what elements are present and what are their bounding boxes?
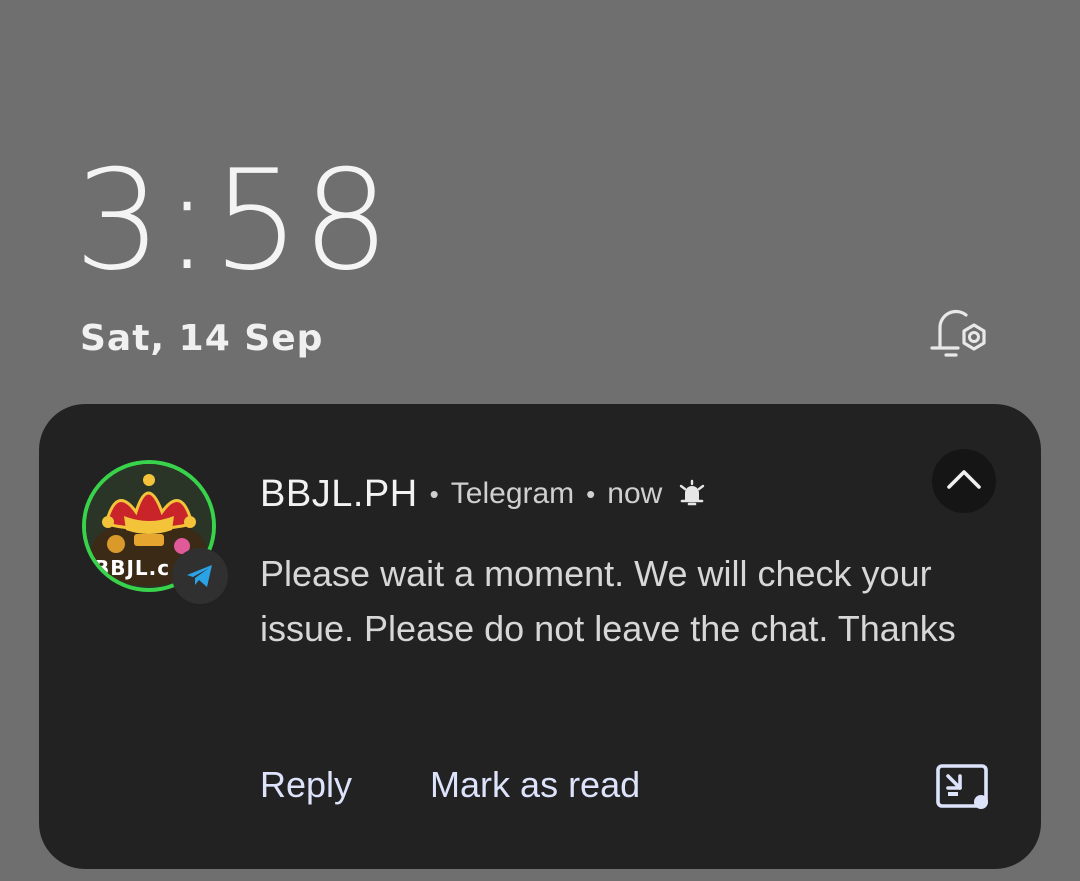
notification-actions: Reply Mark as read — [260, 764, 718, 806]
reply-button[interactable]: Reply — [260, 764, 352, 806]
telegram-icon — [172, 548, 228, 604]
popout-window-icon — [934, 764, 994, 816]
app-name: Telegram — [450, 477, 575, 510]
separator-dot: • — [586, 478, 596, 509]
separator-dot: • — [429, 478, 439, 509]
notification-time: now — [607, 477, 663, 510]
lockscreen-date: Sat, 14 Sep — [80, 318, 324, 359]
popout-window-button[interactable] — [934, 762, 994, 812]
chevron-up-icon — [946, 468, 982, 495]
avatar-brand-text: BBJL.c — [94, 556, 171, 580]
sender-name: BBJL.PH — [260, 472, 418, 515]
collapse-button[interactable] — [932, 449, 996, 513]
notification-message: Please wait a moment. We will check your… — [260, 553, 956, 649]
bell-settings-icon[interactable] — [926, 302, 994, 366]
notification-header: BBJL.PH • Telegram • now — [260, 468, 708, 520]
lockscreen-clock: 3:58 — [74, 140, 392, 301]
bell-alert-icon — [676, 478, 708, 510]
mark-as-read-button[interactable]: Mark as read — [430, 764, 640, 806]
